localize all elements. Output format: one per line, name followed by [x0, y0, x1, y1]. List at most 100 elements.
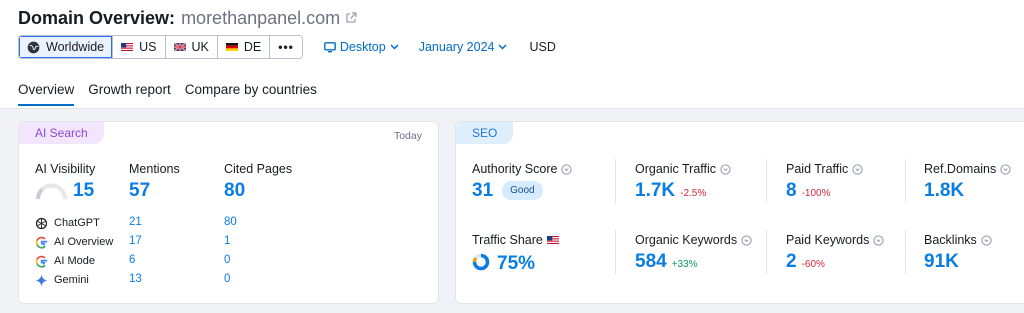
organic-keywords-value[interactable]: 584 +33%: [635, 251, 698, 273]
paid-traffic-value[interactable]: 8 -100%: [786, 180, 830, 202]
platform-mentions[interactable]: 6: [129, 254, 135, 266]
info-icon[interactable]: [852, 163, 863, 175]
organic-traffic-label: Organic Traffic: [635, 162, 731, 176]
platform-cited[interactable]: 0: [224, 254, 230, 266]
metric-label: Backlinks: [924, 233, 977, 247]
metric-delta: -60%: [801, 259, 825, 270]
metric-label: Organic Traffic: [635, 162, 717, 176]
metric-label: Paid Keywords: [786, 233, 870, 247]
ai-visibility-value[interactable]: 15: [73, 180, 94, 202]
google-icon: [35, 236, 48, 249]
visibility-gauge-icon: [36, 183, 67, 200]
globe-icon: [27, 41, 40, 53]
chatgpt-icon: [35, 217, 48, 230]
database-label: Worldwide: [46, 40, 105, 54]
ai-platform-row: ChatGPT: [35, 215, 100, 231]
ai-visibility-label: AI Visibility: [35, 162, 96, 176]
backlinks-value[interactable]: 91K: [924, 251, 959, 273]
controls-row: Worldwide US UK DE ••• Desktop January 2…: [18, 35, 556, 59]
database-worldwide-button[interactable]: Worldwide: [19, 36, 113, 58]
divider: [905, 230, 906, 274]
metric-value: 584: [635, 251, 667, 272]
paid-keywords-value[interactable]: 2 -60%: [786, 251, 825, 273]
metric-value: 31: [472, 180, 494, 201]
mentions-label: Mentions: [129, 162, 180, 176]
ref-domains-value[interactable]: 1.8K: [924, 180, 964, 202]
platform-name: ChatGPT: [54, 217, 100, 229]
metric-value: 75%: [497, 253, 536, 274]
divider: [615, 159, 616, 203]
seo-card: SEO Authority Score 31 Good Organic Traf…: [455, 121, 1024, 304]
metric-label: Ref.Domains: [924, 162, 997, 176]
backlinks-label: Backlinks: [924, 233, 992, 247]
platform-mentions[interactable]: 17: [129, 235, 142, 247]
platform-mentions[interactable]: 21: [129, 216, 142, 228]
platform-cited[interactable]: 0: [224, 273, 230, 285]
metric-label: Authority Score: [472, 162, 558, 176]
desktop-icon: [323, 41, 336, 52]
traffic-share-value[interactable]: 75%: [472, 251, 535, 275]
metric-value: 1.8K: [924, 180, 965, 201]
ai-platform-row: Gemini: [35, 272, 89, 288]
info-icon[interactable]: [720, 163, 731, 175]
divider: [905, 159, 906, 203]
database-label: DE: [243, 40, 262, 54]
metric-label: Traffic Share: [472, 233, 543, 247]
platform-name: AI Overview: [54, 236, 114, 248]
paid-keywords-label: Paid Keywords: [786, 233, 885, 247]
date-dropdown[interactable]: January 2024: [419, 40, 508, 54]
currency-label: USD: [529, 40, 556, 54]
ref-domains-label: Ref.Domains: [924, 162, 1011, 176]
uk-flag-icon: [173, 43, 186, 51]
database-selector: Worldwide US UK DE •••: [18, 35, 303, 59]
us-flag-icon: [546, 236, 559, 244]
authority-score-label: Authority Score: [472, 162, 573, 176]
platform-mentions[interactable]: 13: [129, 273, 142, 285]
rating-badge: Good: [502, 181, 543, 200]
metric-value: 2: [786, 251, 797, 272]
tab-growth-report[interactable]: Growth report: [88, 82, 171, 106]
paid-traffic-label: Paid Traffic: [786, 162, 863, 176]
divider: [766, 230, 767, 274]
info-icon[interactable]: [873, 234, 885, 246]
external-link-icon[interactable]: [345, 12, 357, 24]
organic-traffic-value[interactable]: 1.7K -2.5%: [635, 180, 706, 202]
database-us-button[interactable]: US: [112, 36, 165, 58]
mentions-value[interactable]: 57: [129, 180, 150, 202]
database-uk-button[interactable]: UK: [164, 36, 217, 58]
authority-score-value[interactable]: 31 Good: [472, 180, 543, 203]
database-de-button[interactable]: DE: [216, 36, 270, 58]
tab-overview[interactable]: Overview: [18, 82, 75, 106]
metric-delta: +33%: [671, 259, 698, 270]
seo-badge: SEO: [456, 122, 514, 144]
us-flag-icon: [121, 43, 134, 51]
date-label: Today: [393, 130, 422, 142]
database-label: US: [139, 40, 157, 54]
database-label: UK: [191, 40, 209, 54]
divider: [615, 230, 616, 274]
metric-label: Organic Keywords: [635, 233, 738, 247]
cited-pages-value[interactable]: 80: [224, 180, 245, 202]
de-flag-icon: [225, 43, 238, 51]
gemini-icon: [35, 274, 48, 287]
cited-pages-label: Cited Pages: [224, 162, 293, 176]
metric-label: Paid Traffic: [786, 162, 849, 176]
info-icon[interactable]: [1000, 163, 1011, 175]
info-icon[interactable]: [561, 163, 573, 175]
device-dropdown[interactable]: Desktop: [323, 40, 399, 54]
ai-search-card: AI Search Today AI Visibility 15 Mention…: [18, 121, 439, 304]
info-icon[interactable]: [981, 234, 992, 246]
tab-compare-by-countries[interactable]: Compare by countries: [185, 82, 317, 106]
more-databases-button[interactable]: •••: [269, 36, 302, 58]
platform-cited[interactable]: 1: [224, 235, 230, 247]
metric-value: 1.7K: [635, 180, 676, 201]
more-icon: •••: [278, 40, 294, 54]
platform-cited[interactable]: 80: [224, 216, 237, 228]
platform-name: AI Mode: [54, 255, 95, 267]
chevron-down-icon: [390, 44, 399, 50]
info-icon[interactable]: [741, 234, 752, 246]
metric-delta: -2.5%: [680, 188, 707, 199]
domain-name[interactable]: morethanpanel.com: [181, 8, 340, 29]
page-header: Domain Overview: morethanpanel.com: [18, 7, 357, 29]
platform-name: Gemini: [54, 274, 89, 286]
